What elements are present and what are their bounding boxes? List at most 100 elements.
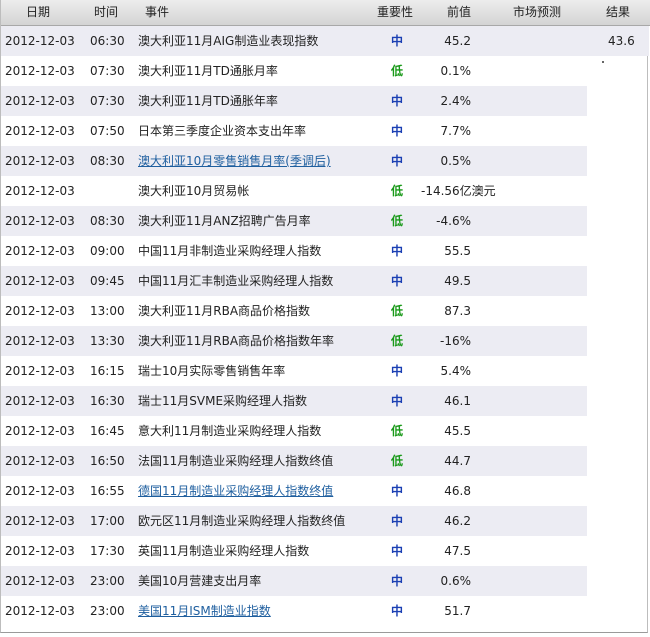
row-date: 2012-12-03 [5, 544, 75, 558]
row-date: 2012-12-03 [5, 64, 75, 78]
row-event: 意大利11月制造业采购经理人指数 [138, 424, 322, 438]
header-forecast: 市场预测 [513, 5, 562, 19]
event-link[interactable]: 德国11月制造业采购经理人指数终值 [138, 476, 333, 506]
table-row: 2012-12-03 06:30 澳大利亚11月AIG制造业表现指数 中 45.2 43.… [1, 26, 649, 56]
importance-badge: 中 [391, 154, 404, 168]
row-time: 09:45 [90, 274, 125, 288]
row-event: 中国11月汇丰制造业采购经理人指数 [138, 274, 334, 288]
row-previous: 87.3 [444, 304, 471, 318]
row-previous: 55.5 [444, 244, 471, 258]
row-previous: 2.4% [440, 94, 472, 108]
row-date: 2012-12-03 [5, 214, 75, 228]
row-event: 澳大利亚11月TD通胀年率 [138, 94, 278, 108]
importance-badge: 低 [391, 424, 404, 438]
table-row: 2012-12-03 07:30 澳大利亚11月TD通胀年率 中 2.4% [1, 86, 587, 116]
header-time: 时间 [94, 5, 119, 19]
row-event: 法国11月制造业采购经理人指数终值 [138, 454, 334, 468]
row-date: 2012-12-03 [5, 424, 75, 438]
table-row: 2012-12-03 13:00 澳大利亚11月RBA商品价格指数 低 87.3 [1, 296, 587, 326]
table-row: 2012-12-03 08:30 澳大利亚11月ANZ招聘广告月率 低 -4.6% [1, 206, 587, 236]
row-time: 16:55 [90, 484, 125, 498]
row-time: 23:00 [90, 604, 125, 618]
table-row: 2012-12-03 08:30 澳大利亚10月零售销售月率(季调后) 中 0.5% [1, 146, 587, 176]
table-row: 2012-12-03 13:30 澳大利亚11月RBA商品价格指数年率 低 -16% [1, 326, 587, 356]
row-time: 07:50 [90, 124, 125, 138]
row-previous: 46.1 [444, 394, 471, 408]
row-previous: 44.7 [444, 454, 471, 468]
row-event: 澳大利亚11月AIG制造业表现指数 [138, 34, 319, 48]
row-event: 澳大利亚11月RBA商品价格指数 [138, 304, 311, 318]
row-time: 16:30 [90, 394, 125, 408]
row-previous: 0.1% [440, 64, 472, 78]
importance-badge: 中 [391, 94, 404, 108]
header-date: 日期 [26, 5, 51, 19]
table-row: 2012-12-03 16:45 意大利11月制造业采购经理人指数 低 45.5 [1, 416, 587, 446]
row-previous: 45.2 [444, 34, 471, 48]
row-previous: -16% [439, 334, 471, 348]
event-link[interactable]: 美国11月ISM制造业指数 [138, 596, 271, 626]
row-time: 16:15 [90, 364, 125, 378]
importance-badge: 中 [391, 124, 404, 138]
importance-badge: 低 [391, 304, 404, 318]
row-previous: 49.5 [444, 274, 471, 288]
row-time: 13:30 [90, 334, 125, 348]
importance-badge: 中 [391, 574, 404, 588]
calendar-table: 日期 时间 事件 重要性 前值 市场预测 结果 2012-12-03 06:30 澳… [0, 0, 650, 633]
row-time: 16:50 [90, 454, 125, 468]
row-date: 2012-12-03 [5, 274, 75, 288]
table-row: 2012-12-03 09:45 中国11月汇丰制造业采购经理人指数 中 49.5 [1, 266, 587, 296]
header-event: 事件 [145, 5, 170, 19]
row-time: 17:30 [90, 544, 125, 558]
table-row: 2012-12-03 09:00 中国11月非制造业采购经理人指数 中 55.5 [1, 236, 587, 266]
row-time: 16:45 [90, 424, 125, 438]
importance-badge: 低 [391, 184, 404, 198]
row-event: 欧元区11月制造业采购经理人指数终值 [138, 514, 346, 528]
row-previous: -14.56亿澳元 [421, 184, 496, 198]
table-row: 2012-12-03 澳大利亚10月贸易帐 低 -14.56亿澳元 [1, 176, 587, 206]
table-row: 2012-12-03 16:30 瑞士11月SVME采购经理人指数 中 46.1 [1, 386, 587, 416]
table-row: 2012-12-03 07:50 日本第三季度企业资本支出年率 中 7.7% [1, 116, 587, 146]
row-event: 澳大利亚10月贸易帐 [138, 184, 250, 198]
row-time: 13:00 [90, 304, 125, 318]
row-date: 2012-12-03 [5, 514, 75, 528]
row-previous: 5.4% [440, 364, 472, 378]
row-previous: 46.8 [444, 484, 471, 498]
table-header: 日期 时间 事件 重要性 前值 市场预测 结果 [1, 0, 650, 26]
row-date: 2012-12-03 [5, 604, 75, 618]
table-row: 2012-12-03 16:55 德国11月制造业采购经理人指数终值 中 46.8 [1, 476, 587, 506]
importance-badge: 中 [391, 244, 404, 258]
row-event: 澳大利亚11月TD通胀月率 [138, 64, 278, 78]
header-previous: 前值 [447, 5, 472, 19]
row-previous: 45.5 [444, 424, 471, 438]
row-previous: 7.7% [440, 124, 472, 138]
row-date: 2012-12-03 [5, 334, 75, 348]
row-time: 07:30 [90, 94, 125, 108]
row-previous: -4.6% [436, 214, 471, 228]
row-event: 中国11月非制造业采购经理人指数 [138, 244, 322, 258]
importance-badge: 中 [391, 484, 404, 498]
row-date: 2012-12-03 [5, 304, 75, 318]
row-date: 2012-12-03 [5, 484, 75, 498]
row-previous: 46.2 [444, 514, 471, 528]
event-link[interactable]: 澳大利亚10月零售销售月率(季调后) [138, 146, 331, 176]
row-time: 06:30 [90, 34, 125, 48]
importance-badge: 低 [391, 454, 404, 468]
importance-badge: 中 [391, 604, 404, 618]
importance-badge: 中 [391, 394, 404, 408]
importance-badge: 中 [391, 274, 404, 288]
row-date: 2012-12-03 [5, 184, 75, 198]
row-date: 2012-12-03 [5, 124, 75, 138]
row-previous: 0.6% [440, 574, 472, 588]
importance-badge: 中 [391, 544, 404, 558]
row-time: 09:00 [90, 244, 125, 258]
importance-badge: 低 [391, 214, 404, 228]
importance-badge: 中 [391, 514, 404, 528]
table-row: 2012-12-03 23:00 美国11月ISM制造业指数 中 51.7 [1, 596, 587, 626]
importance-badge: 低 [391, 334, 404, 348]
table-row: 2012-12-03 07:30 澳大利亚11月TD通胀月率 低 0.1% [1, 56, 587, 86]
row-date: 2012-12-03 [5, 34, 75, 48]
importance-badge: 中 [391, 34, 404, 48]
table-row: 2012-12-03 16:15 瑞士10月实际零售销售年率 中 5.4% [1, 356, 587, 386]
table-row: 2012-12-03 16:50 法国11月制造业采购经理人指数终值 低 44.7 [1, 446, 587, 476]
header-importance: 重要性 [377, 5, 414, 19]
